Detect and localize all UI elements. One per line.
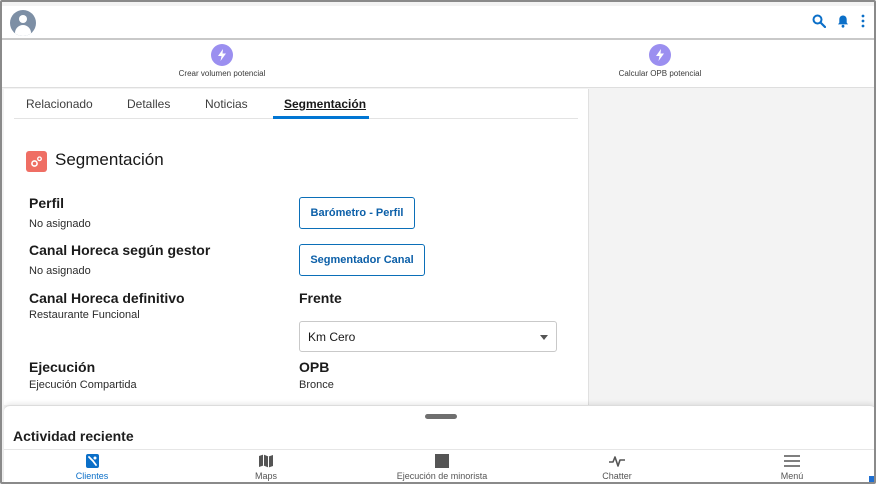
pulse-icon: [557, 452, 677, 469]
ejecucion-value: Ejecución Compartida: [29, 379, 137, 391]
barometro-perfil-button[interactable]: Barómetro - Perfil: [299, 197, 415, 229]
nav-ejecucion-minorista[interactable]: Ejecución de minorista: [382, 452, 502, 481]
calcular-opb-action[interactable]: Calcular OPB potencial: [610, 44, 710, 78]
drawer-title: Actividad reciente: [13, 428, 134, 444]
crear-volumen-action[interactable]: Crear volumen potencial: [172, 44, 272, 78]
bolt-icon: [211, 44, 233, 66]
perfil-value: No asignado: [29, 218, 91, 230]
tab-bar: Relacionado Detalles Noticias Segmentaci…: [14, 89, 578, 119]
tab-detalles[interactable]: Detalles: [127, 97, 170, 111]
action-label: Crear volumen potencial: [178, 69, 266, 78]
nav-label: Clientes: [75, 471, 109, 481]
retail-execution-icon: [382, 452, 502, 469]
canal-gestor-value: No asignado: [29, 265, 91, 277]
status-corner-indicator: [869, 476, 874, 482]
nav-menu[interactable]: Menú: [732, 452, 852, 481]
segmentation-gear-icon: [26, 151, 47, 172]
tab-segmentacion[interactable]: Segmentación: [284, 97, 366, 111]
canal-gestor-label: Canal Horeca según gestor: [29, 242, 211, 258]
action-bar: Crear volumen potencial Calcular OPB pot…: [2, 40, 874, 88]
frente-select[interactable]: Km Cero: [299, 321, 557, 352]
more-vertical-icon[interactable]: [860, 14, 866, 33]
map-icon: [206, 452, 326, 469]
action-label: Calcular OPB potencial: [618, 69, 702, 78]
chevron-down-icon: [540, 335, 548, 340]
side-panel: [588, 89, 874, 405]
app-frame: Crear volumen potencial Calcular OPB pot…: [0, 0, 876, 484]
nav-label: Maps: [254, 471, 277, 481]
canal-definitivo-label: Canal Horeca definitivo: [29, 290, 185, 306]
nav-label: Menú: [780, 471, 804, 481]
perfil-label: Perfil: [29, 195, 65, 211]
ejecucion-label: Ejecución: [29, 359, 96, 375]
bottom-nav: Clientes Maps Ejecución de minorista Cha…: [4, 449, 874, 482]
top-bar: [2, 6, 874, 40]
frente-label: Frente: [299, 290, 342, 306]
segmentador-canal-button[interactable]: Segmentador Canal: [299, 244, 425, 276]
opb-value: Bronce: [299, 379, 334, 391]
drawer-handle[interactable]: [425, 414, 457, 419]
hamburger-icon: [732, 452, 852, 469]
nav-maps[interactable]: Maps: [206, 452, 326, 481]
canal-definitivo-value: Restaurante Funcional: [29, 309, 140, 321]
nav-label: Chatter: [602, 471, 632, 481]
avatar-icon[interactable]: [10, 10, 36, 36]
frente-selected-value: Km Cero: [308, 330, 356, 344]
nav-label: Ejecución de minorista: [396, 471, 488, 481]
search-icon[interactable]: [812, 14, 827, 33]
nav-chatter[interactable]: Chatter: [557, 452, 677, 481]
bolt-icon: [649, 44, 671, 66]
clientes-icon: [32, 452, 152, 469]
nav-clientes[interactable]: Clientes: [32, 452, 152, 481]
bell-icon[interactable]: [836, 14, 850, 33]
section-title: Segmentación: [55, 150, 164, 169]
opb-label: OPB: [299, 359, 330, 375]
record-detail-pane: Relacionado Detalles Noticias Segmentaci…: [4, 89, 588, 405]
active-tab-indicator: [273, 116, 369, 119]
tab-noticias[interactable]: Noticias: [205, 97, 248, 111]
tab-relacionado[interactable]: Relacionado: [26, 97, 93, 111]
